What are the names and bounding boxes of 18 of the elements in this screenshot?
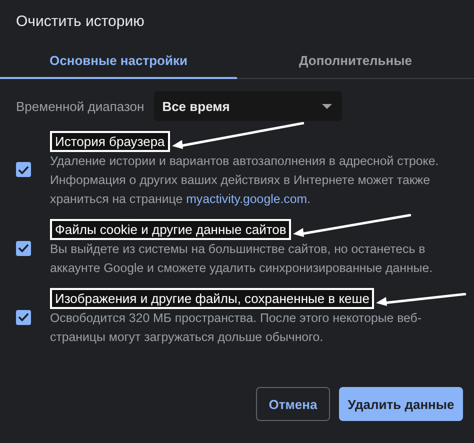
- item-description: Удаление истории и вариантов автозаполнения в адресной строке. Информация о других ваших действиях в Интернете может также храниться на странице myactivity.google.com.: [50, 153, 440, 208]
- item-title: История браузера: [50, 131, 170, 152]
- delete-data-button[interactable]: Удалить данные: [339, 387, 463, 421]
- checkbox[interactable]: [16, 162, 31, 177]
- checkbox[interactable]: [16, 310, 31, 324]
- dropdown-caret-icon: [322, 104, 332, 108]
- cancel-button[interactable]: Отмена: [256, 387, 330, 421]
- activity-link[interactable]: myactivity.google.com: [186, 192, 308, 206]
- tab[interactable]: Основные настройки: [0, 43, 237, 79]
- item-title: Изображения и другие файлы, сохраненные в кеше: [50, 288, 374, 309]
- dialog-title: Очистить историю: [15, 12, 146, 32]
- time-range-label: Временной диапазон: [16, 98, 144, 114]
- checkbox[interactable]: [16, 240, 31, 256]
- item-description: Освободится 320 МБ пространства. После этого некоторые веб-страницы могут загружаться дольше обычного.: [50, 310, 423, 346]
- time-range-dropdown[interactable]: Все время: [154, 91, 342, 121]
- tab[interactable]: Дополнительные: [237, 43, 474, 79]
- item-description: Вы выйдете из системы на большинстве сайтов, но останетесь в аккаунте Google и сможете удалить синхронизированные данные.: [50, 241, 434, 277]
- item-title: Файлы cookie и другие данные сайтов: [50, 219, 292, 240]
